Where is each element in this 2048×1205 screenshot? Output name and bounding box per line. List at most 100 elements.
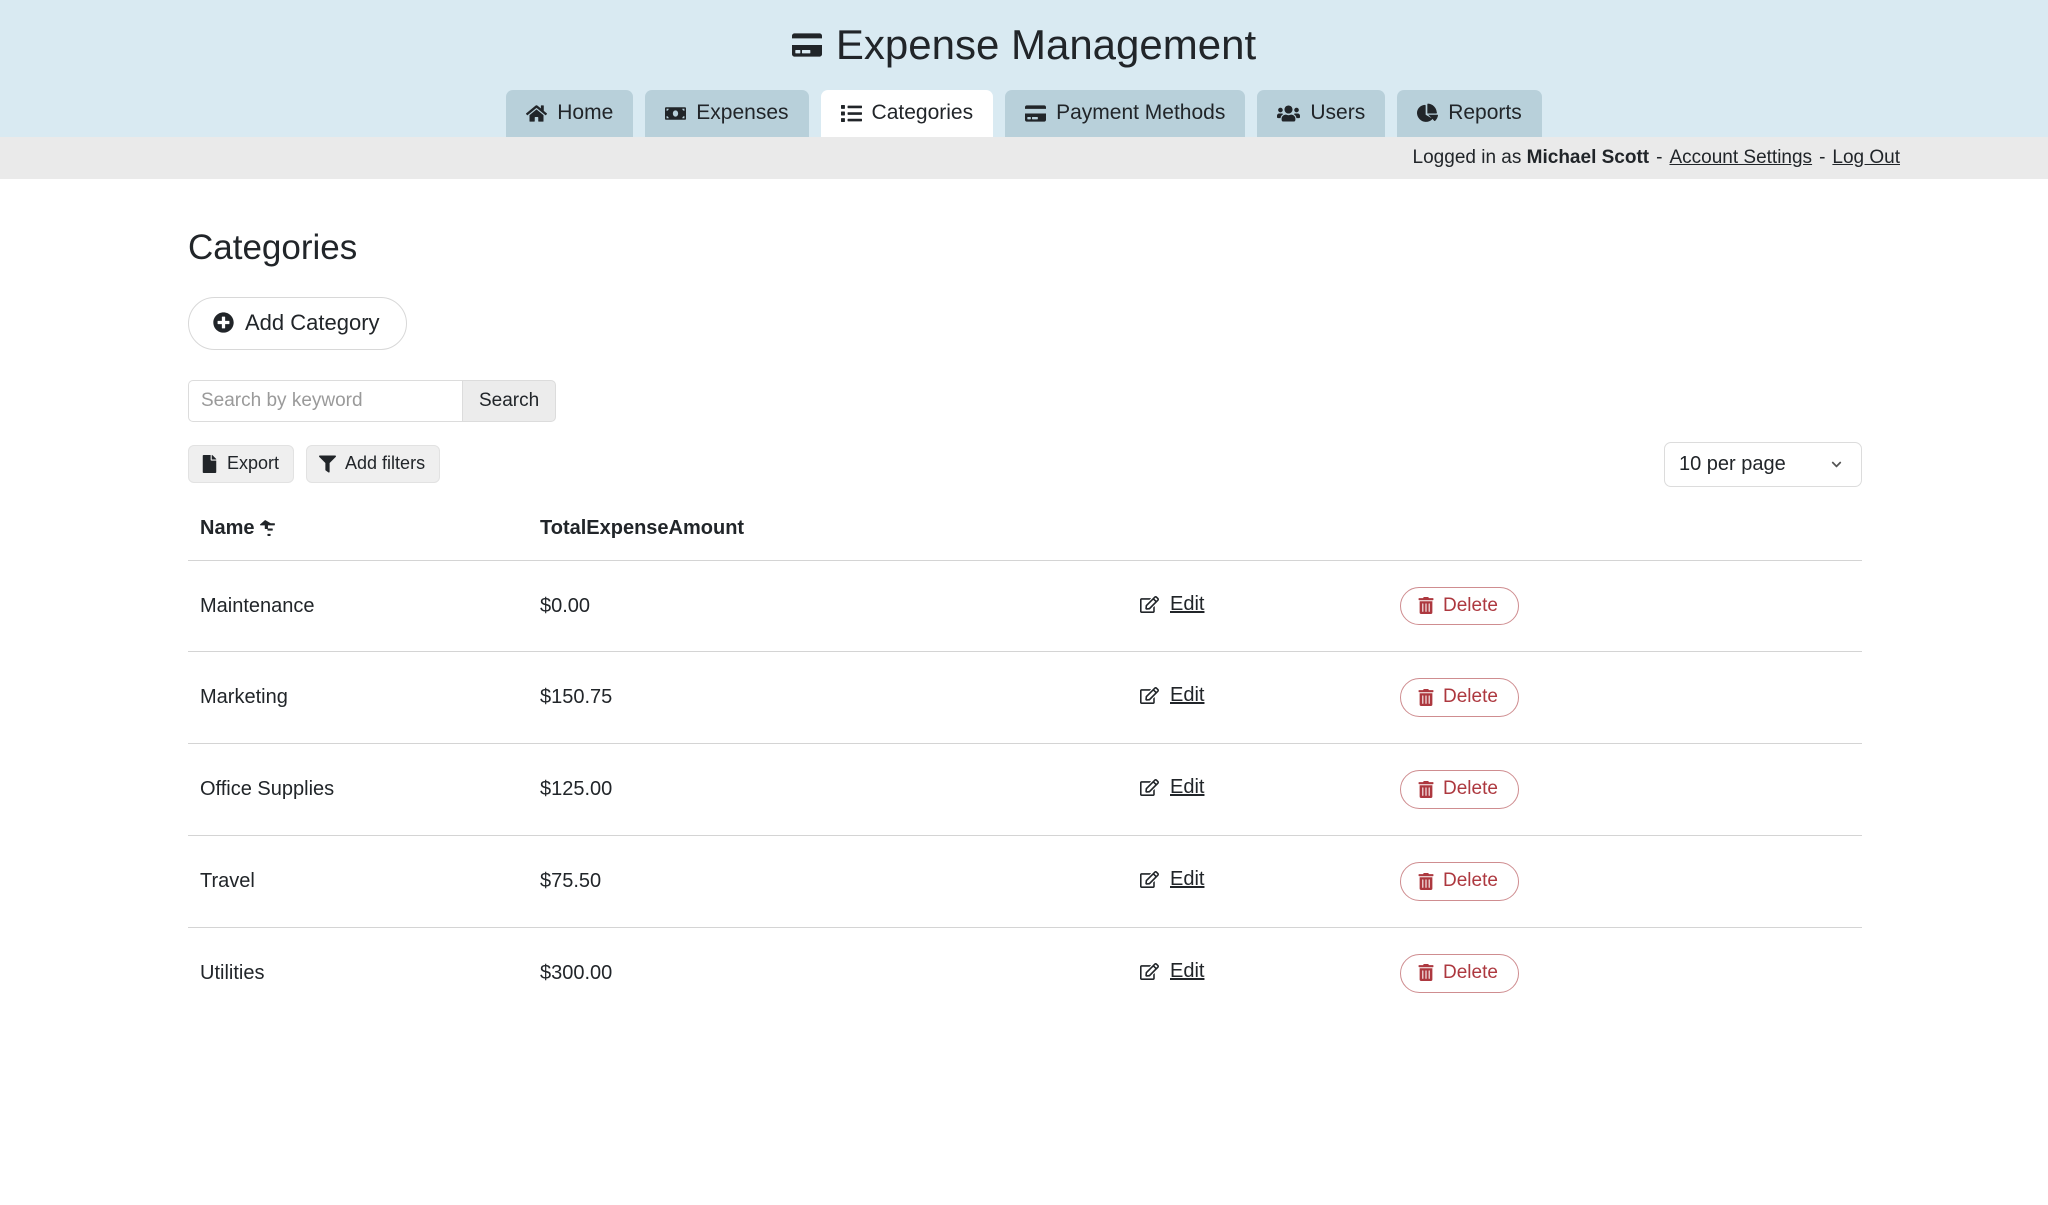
cell-delete-action: Delete	[1388, 560, 1862, 652]
cell-category-name: Office Supplies	[188, 744, 528, 836]
edit-link[interactable]: Edit	[1140, 776, 1204, 799]
add-filters-label: Add filters	[345, 453, 425, 474]
chevron-down-icon	[1828, 459, 1845, 470]
cell-total-expense-amount: $75.50	[528, 836, 1128, 928]
tab-payment-methods[interactable]: Payment Methods	[1005, 90, 1245, 137]
credit-card-icon	[1025, 103, 1046, 124]
filter-icon	[319, 455, 336, 473]
delete-label: Delete	[1443, 778, 1498, 800]
edit-link[interactable]: Edit	[1140, 868, 1204, 891]
cell-edit-action: Edit	[1128, 560, 1388, 652]
tab-expenses-label: Expenses	[696, 101, 788, 125]
table-head: Name TotalExpenseAmount	[188, 517, 1862, 561]
tab-payment-methods-label: Payment Methods	[1056, 101, 1225, 125]
cell-category-name: Maintenance	[188, 560, 528, 652]
edit-label: Edit	[1170, 960, 1204, 983]
list-icon	[841, 103, 862, 124]
money-bill-icon	[665, 103, 686, 124]
cell-edit-action: Edit	[1128, 744, 1388, 836]
table-row: Maintenance $0.00 Edit Del	[188, 560, 1862, 652]
logged-in-text: Logged in as	[1413, 147, 1522, 169]
table-row: Utilities $300.00 Edit Del	[188, 928, 1862, 1019]
column-header-amount-label: TotalExpenseAmount	[540, 517, 744, 539]
account-bar-separator-1: -	[1656, 147, 1662, 169]
trash-icon	[1418, 873, 1434, 890]
column-header-name-label: Name	[200, 517, 254, 540]
cell-delete-action: Delete	[1388, 836, 1862, 928]
trash-icon	[1418, 597, 1434, 614]
tab-reports-label: Reports	[1448, 101, 1522, 125]
column-header-name[interactable]: Name	[188, 517, 528, 561]
trash-icon	[1418, 689, 1434, 706]
tab-expenses[interactable]: Expenses	[645, 90, 808, 137]
categories-table: Name TotalExpenseAmount Maintenance $0.0…	[188, 517, 1862, 1019]
plus-circle-icon	[213, 312, 234, 333]
sort-amount-down-icon	[260, 520, 277, 537]
edit-link[interactable]: Edit	[1140, 960, 1204, 983]
edit-label: Edit	[1170, 868, 1204, 891]
page-brand-title: Expense Management	[0, 22, 2048, 68]
table-toolbar: Export Add filters 10 per page	[188, 442, 1862, 487]
logged-in-user-name: Michael Scott	[1527, 147, 1649, 169]
cell-edit-action: Edit	[1128, 652, 1388, 744]
add-filters-button[interactable]: Add filters	[306, 445, 440, 483]
delete-button[interactable]: Delete	[1400, 587, 1519, 626]
tab-users-label: Users	[1310, 101, 1365, 125]
edit-pencil-icon	[1140, 778, 1159, 797]
delete-button[interactable]: Delete	[1400, 862, 1519, 901]
toolbar-left-group: Export Add filters	[188, 445, 440, 483]
edit-pencil-icon	[1140, 870, 1159, 889]
cell-edit-action: Edit	[1128, 836, 1388, 928]
app-title-text: Expense Management	[836, 22, 1256, 68]
delete-label: Delete	[1443, 686, 1498, 708]
column-header-edit	[1128, 517, 1388, 561]
cell-delete-action: Delete	[1388, 652, 1862, 744]
cell-category-name: Travel	[188, 836, 528, 928]
credit-card-icon	[792, 30, 822, 60]
tab-home[interactable]: Home	[506, 90, 633, 137]
cell-total-expense-amount: $300.00	[528, 928, 1128, 1019]
search-input[interactable]	[188, 380, 462, 422]
edit-link[interactable]: Edit	[1140, 593, 1204, 616]
cell-total-expense-amount: $0.00	[528, 560, 1128, 652]
delete-button[interactable]: Delete	[1400, 770, 1519, 809]
tab-reports[interactable]: Reports	[1397, 90, 1542, 137]
search-button[interactable]: Search	[462, 380, 556, 422]
edit-link[interactable]: Edit	[1140, 684, 1204, 707]
trash-icon	[1418, 964, 1434, 981]
tab-home-label: Home	[557, 101, 613, 125]
delete-button[interactable]: Delete	[1400, 954, 1519, 993]
delete-label: Delete	[1443, 595, 1498, 617]
tab-categories[interactable]: Categories	[821, 90, 994, 137]
account-settings-link[interactable]: Account Settings	[1669, 147, 1812, 169]
cell-category-name: Utilities	[188, 928, 528, 1019]
cell-edit-action: Edit	[1128, 928, 1388, 1019]
delete-label: Delete	[1443, 962, 1498, 984]
column-header-total-expense-amount[interactable]: TotalExpenseAmount	[528, 517, 1128, 561]
log-out-link[interactable]: Log Out	[1832, 147, 1900, 169]
edit-pencil-icon	[1140, 686, 1159, 705]
file-icon	[201, 455, 218, 473]
home-icon	[526, 103, 547, 124]
cell-category-name: Marketing	[188, 652, 528, 744]
column-header-delete	[1388, 517, 1862, 561]
main-navigation: Home Expenses Categories Payment Methods	[0, 90, 2048, 137]
table-row: Office Supplies $125.00 Edit	[188, 744, 1862, 836]
edit-label: Edit	[1170, 593, 1204, 616]
users-icon	[1277, 103, 1300, 124]
account-bar-separator-2: -	[1819, 147, 1825, 169]
tab-categories-label: Categories	[872, 101, 974, 125]
table-body: Maintenance $0.00 Edit Del	[188, 560, 1862, 1019]
table-row: Marketing $150.75 Edit Del	[188, 652, 1862, 744]
tab-users[interactable]: Users	[1257, 90, 1385, 137]
export-button[interactable]: Export	[188, 445, 294, 483]
per-page-select[interactable]: 10 per page	[1664, 442, 1862, 487]
add-category-button[interactable]: Add Category	[188, 297, 407, 349]
delete-button[interactable]: Delete	[1400, 678, 1519, 717]
export-label: Export	[227, 453, 279, 474]
add-category-label: Add Category	[245, 310, 380, 335]
page-title: Categories	[188, 227, 1862, 269]
cell-delete-action: Delete	[1388, 928, 1862, 1019]
delete-label: Delete	[1443, 870, 1498, 892]
edit-pencil-icon	[1140, 962, 1159, 981]
